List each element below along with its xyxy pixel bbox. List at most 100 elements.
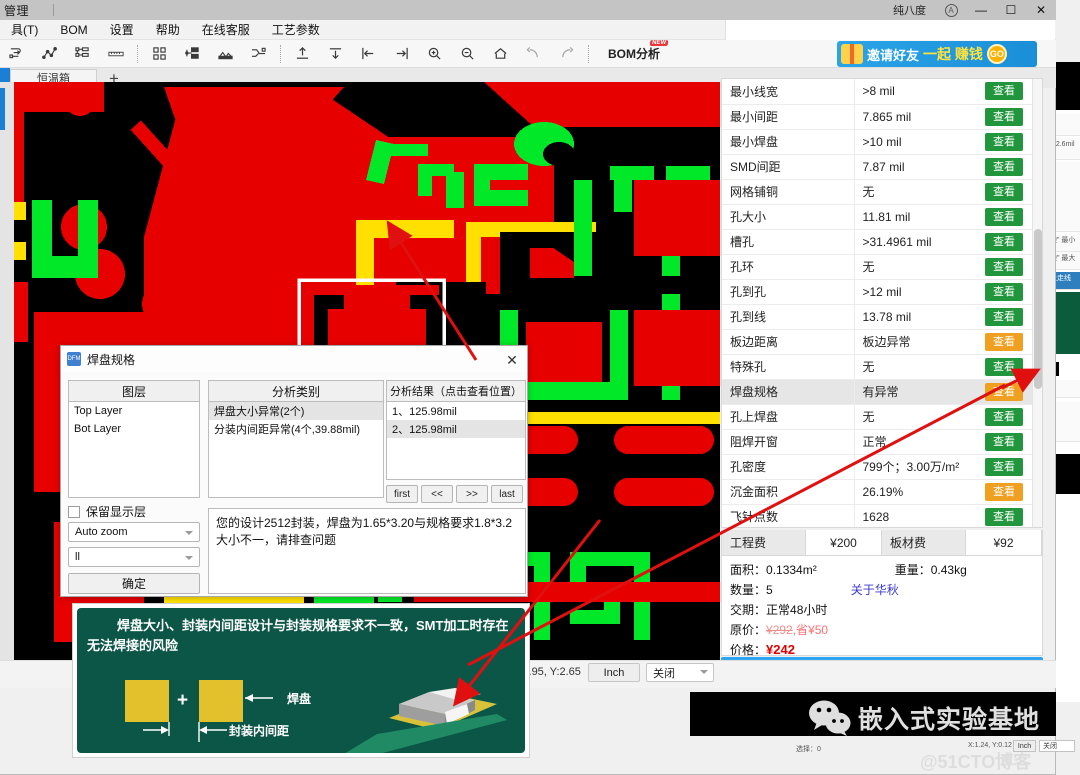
redo-icon[interactable]: [550, 41, 583, 67]
result-item-1[interactable]: 1、125.98mil: [387, 402, 525, 420]
layers-icon[interactable]: [66, 41, 99, 67]
dialog-close-button[interactable]: ✕: [501, 350, 523, 370]
view-button[interactable]: 查看: [985, 482, 1023, 501]
silk-icon[interactable]: [209, 41, 242, 67]
view-button[interactable]: 查看: [985, 457, 1023, 476]
view-button[interactable]: 查看: [985, 332, 1023, 351]
bottom-align-icon[interactable]: [319, 41, 352, 67]
keep-layer-checkbox-row[interactable]: 保留显示层: [68, 503, 146, 520]
layer-item-top[interactable]: Top Layer: [69, 402, 199, 420]
nav-prev-button[interactable]: <<: [421, 485, 453, 503]
category-item-pad-size[interactable]: 焊盘大小异常(2个): [209, 402, 383, 420]
table-row[interactable]: 最小焊盘 >10 mil 查看: [722, 129, 1034, 155]
maximize-button[interactable]: ☐: [996, 0, 1026, 20]
top-align-icon[interactable]: [286, 41, 319, 67]
table-row[interactable]: 沉金面积 26.19% 查看: [722, 479, 1034, 505]
unit-toggle-button[interactable]: Inch: [588, 663, 640, 682]
analysis-panel-scrollbar[interactable]: [1032, 79, 1042, 527]
mode-select[interactable]: 关闭: [646, 663, 714, 682]
bom-analysis-button[interactable]: BOM分析 NEW: [600, 39, 669, 67]
minimize-button[interactable]: —: [966, 0, 996, 20]
table-row[interactable]: 孔环无查看: [722, 254, 1034, 280]
view-button[interactable]: 查看: [985, 257, 1023, 276]
table-row[interactable]: SMD间距 7.87 mil 查看: [722, 154, 1034, 180]
view-button[interactable]: 查看: [985, 357, 1023, 376]
account-name[interactable]: 纯八度: [893, 2, 926, 18]
table-row[interactable]: 孔密度 799个；3.00万/m² 查看: [722, 454, 1034, 480]
result-item-2[interactable]: 2、125.98mil: [387, 420, 525, 438]
route-icon[interactable]: [0, 41, 33, 67]
menu-support[interactable]: 在线客服: [191, 20, 261, 40]
view-button[interactable]: 查看: [985, 132, 1023, 151]
left-align-icon[interactable]: [352, 41, 385, 67]
nav-next-button[interactable]: >>: [456, 485, 488, 503]
home-icon[interactable]: [484, 41, 517, 67]
view-button[interactable]: 查看: [985, 382, 1023, 401]
grid-icon[interactable]: [143, 41, 176, 67]
account-avatar-icon[interactable]: A: [936, 0, 966, 20]
rule-value: >12 mil: [853, 279, 974, 305]
ad-go-button[interactable]: GO: [986, 44, 1007, 64]
table-row[interactable]: 最小间距 7.865 mil 查看: [722, 104, 1034, 130]
view-button[interactable]: 查看: [985, 507, 1023, 526]
layer-listbox[interactable]: 图层 Top Layer Bot Layer: [68, 380, 200, 498]
analysis-panel-scroll-thumb[interactable]: [1034, 229, 1042, 389]
table-row[interactable]: 孔到线 13.78 mil 查看: [722, 304, 1034, 330]
table-row[interactable]: 孔大小 11.81 mil 查看: [722, 204, 1034, 230]
ruler-icon[interactable]: [99, 41, 132, 67]
table-row[interactable]: 孔上焊盘无查看: [722, 404, 1034, 430]
background-unit-button[interactable]: Inch: [1013, 740, 1036, 752]
net-icon[interactable]: [33, 41, 66, 67]
trace-icon[interactable]: [242, 41, 275, 67]
zoom-mode-select[interactable]: Auto zoom: [68, 522, 200, 542]
view-button[interactable]: 查看: [985, 407, 1023, 426]
view-button[interactable]: 查看: [985, 107, 1023, 126]
view-button[interactable]: 查看: [985, 307, 1023, 326]
secondary-select[interactable]: ll: [68, 547, 200, 567]
view-button[interactable]: 查看: [985, 282, 1023, 301]
about-link[interactable]: 关于华秋: [851, 580, 899, 600]
nav-last-button[interactable]: last: [491, 485, 523, 503]
right-align-icon[interactable]: [385, 41, 418, 67]
close-button[interactable]: ✕: [1026, 0, 1056, 20]
table-row[interactable]: 网格铺铜无查看: [722, 179, 1034, 205]
ad-text-secondary: 一起 赚钱: [923, 46, 983, 62]
view-button[interactable]: 查看: [985, 82, 1023, 101]
nav-first-button[interactable]: first: [386, 485, 418, 503]
component-icon[interactable]: [176, 41, 209, 67]
zoom-out-icon[interactable]: [451, 41, 484, 67]
view-button[interactable]: 查看: [985, 432, 1023, 451]
category-listbox[interactable]: 分析类别 焊盘大小异常(2个) 分装内间距异常(4个,39.88mil): [208, 380, 384, 498]
table-row[interactable]: 阻焊开窗 正常 查看: [722, 429, 1034, 455]
menu-settings[interactable]: 设置: [99, 20, 145, 40]
view-button[interactable]: 查看: [985, 232, 1023, 251]
menu-tools[interactable]: 具(T): [0, 20, 49, 40]
keep-layer-checkbox[interactable]: [68, 505, 80, 518]
category-item-inner-gap[interactable]: 分装内间距异常(4个,39.88mil): [209, 420, 383, 438]
menu-bom[interactable]: BOM: [49, 20, 98, 40]
background-mode-select[interactable]: 关闭: [1039, 740, 1075, 752]
table-row[interactable]: 最小线宽 >8 mil 查看: [722, 79, 1034, 105]
dialog-confirm-button[interactable]: 确定: [68, 573, 200, 594]
title-divider: [53, 4, 55, 16]
view-button[interactable]: 查看: [985, 182, 1023, 201]
layer-item-bot[interactable]: Bot Layer: [69, 420, 199, 438]
table-row[interactable]: 槽孔 >31.4961 mil 查看: [722, 229, 1034, 255]
rule-action-cell: 查看: [974, 479, 1034, 505]
table-row[interactable]: 飞针点数 1628 查看: [722, 504, 1034, 527]
result-listbox[interactable]: 分析结果（点击查看位置） 1、125.98mil 2、125.98mil: [386, 380, 526, 480]
table-row[interactable]: 焊盘规格 有异常 查看: [722, 379, 1034, 405]
table-row[interactable]: 板边距离 板边异常 查看: [722, 329, 1034, 355]
menu-help[interactable]: 帮助: [145, 20, 191, 40]
summary-row-orig: 原价： ¥292 ,省¥50: [730, 620, 1034, 640]
menu-process[interactable]: 工艺参数: [261, 20, 331, 40]
invite-friends-ad[interactable]: 邀请好友 一起 赚钱 GO: [837, 41, 1037, 67]
view-button[interactable]: 查看: [985, 207, 1023, 226]
rule-value: 无: [853, 179, 974, 205]
table-row[interactable]: 孔到孔 >12 mil 查看: [722, 279, 1034, 305]
rule-action-cell: 查看: [974, 254, 1034, 280]
undo-icon[interactable]: [517, 41, 550, 67]
view-button[interactable]: 查看: [985, 157, 1023, 176]
table-row[interactable]: 特殊孔无查看: [722, 354, 1034, 380]
zoom-in-icon[interactable]: [418, 41, 451, 67]
